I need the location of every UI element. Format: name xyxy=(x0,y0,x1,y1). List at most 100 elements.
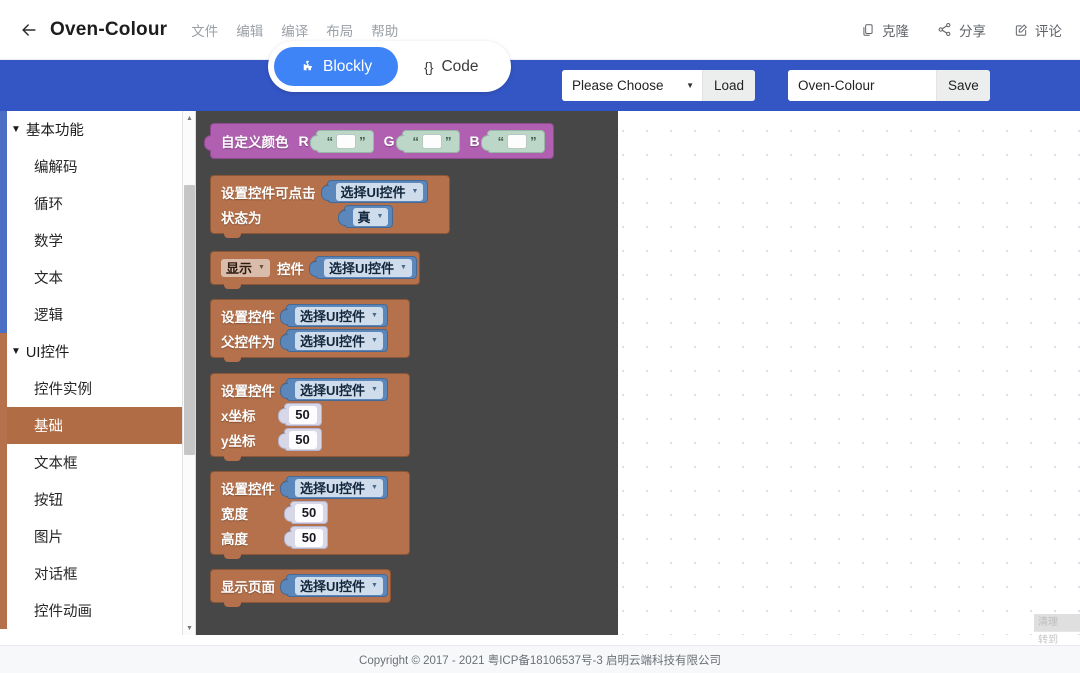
g-text-field[interactable] xyxy=(422,133,443,149)
scrollbar-thumb[interactable] xyxy=(184,185,195,455)
state-dropdown-value: 真 xyxy=(357,210,371,225)
width-number-field[interactable]: 50 xyxy=(295,503,323,522)
sidebar-item-image[interactable]: 图片 xyxy=(0,518,195,555)
block-set-position-line1: 设置控件 xyxy=(221,383,275,399)
show-mode-value: 显示 xyxy=(226,261,253,276)
sidebar-scrollbar[interactable]: ▲ ▼ xyxy=(182,111,195,635)
scroll-down-icon[interactable]: ▼ xyxy=(183,621,195,635)
parent-dropdown-block[interactable]: 选择UI控件 ▼ xyxy=(280,329,388,352)
chevron-down-icon: ▼ xyxy=(371,312,378,319)
block-height-label: 高度 xyxy=(221,531,248,547)
widget-dropdown-block[interactable]: 选择UI控件 ▼ xyxy=(280,476,388,499)
category-header-basic[interactable]: ▼ 基本功能 xyxy=(0,111,195,148)
context-menu-item-clean[interactable]: 清理 xyxy=(1034,614,1080,631)
b-text-field[interactable] xyxy=(507,133,528,149)
sidebar-item-loop[interactable]: 循环 xyxy=(0,185,195,222)
blockly-workspace[interactable]: 自定义颜色 R “ ” G “ ” B “ ” 设置控件可点击 选择UI控件 ▼… xyxy=(196,111,1080,646)
height-number-field[interactable]: 50 xyxy=(295,528,323,547)
block-flyout[interactable]: 自定义颜色 R “ ” G “ ” B “ ” 设置控件可点击 选择UI控件 ▼… xyxy=(196,111,618,635)
block-set-size[interactable]: 设置控件 选择UI控件 ▼ 宽度 50 高度 50 xyxy=(210,471,410,559)
category-header-ui[interactable]: ▼ UI控件 xyxy=(0,333,195,370)
widget-dropdown-field[interactable]: 选择UI控件 ▼ xyxy=(295,380,383,399)
widget-dropdown-field[interactable]: 选择UI控件 ▼ xyxy=(295,478,383,497)
project-name-input[interactable] xyxy=(788,70,936,101)
widget-dropdown-block[interactable]: 选择UI控件 ▼ xyxy=(320,180,429,203)
block-show-page-label: 显示页面 xyxy=(221,579,275,595)
category-header-basic-label: 基本功能 xyxy=(25,123,84,139)
menu-item-edit[interactable]: 编辑 xyxy=(236,20,263,40)
width-number-block[interactable]: 50 xyxy=(284,501,328,524)
sidebar-item-basic[interactable]: 基础 xyxy=(0,407,195,444)
sidebar-item-math[interactable]: 数学 xyxy=(0,222,195,259)
editor-body: ▼ 基本功能 编解码 循环 数学 文本 逻辑 ▼ UI控件 控件实例 基础 文本… xyxy=(0,111,1080,646)
widget-dropdown-block[interactable]: 选择UI控件 ▼ xyxy=(308,256,417,279)
block-width-label: 宽度 xyxy=(221,506,248,522)
r-string-block[interactable]: “ ” xyxy=(309,129,374,153)
workspace-context-menu[interactable]: 清理 转到 xyxy=(1034,614,1080,648)
widget-dropdown-field[interactable]: 选择UI控件 ▼ xyxy=(335,182,424,201)
category-sidebar: ▼ 基本功能 编解码 循环 数学 文本 逻辑 ▼ UI控件 控件实例 基础 文本… xyxy=(0,111,196,635)
braces-icon: {} xyxy=(424,58,434,75)
widget-dropdown-block[interactable]: 选择UI控件 ▼ xyxy=(280,378,388,401)
state-dropdown-block[interactable]: 真 ▼ xyxy=(337,205,394,228)
widget-dropdown-value: 选择UI控件 xyxy=(328,261,394,276)
widget-dropdown-field[interactable]: 选择UI控件 ▼ xyxy=(295,306,383,325)
block-show-widget[interactable]: 显示 ▼ 控件 选择UI控件 ▼ xyxy=(210,251,420,289)
save-button[interactable]: Save xyxy=(936,70,990,101)
block-set-parent[interactable]: 设置控件 选择UI控件 ▼ 父控件为 选择UI控件 ▼ xyxy=(210,299,410,362)
sidebar-item-logic[interactable]: 逻辑 xyxy=(0,296,195,333)
menu-item-help[interactable]: 帮助 xyxy=(371,20,398,40)
sidebar-item-animation[interactable]: 控件动画 xyxy=(0,592,195,629)
chevron-down-icon: ▼ xyxy=(371,484,378,491)
load-button[interactable]: Load xyxy=(702,70,756,101)
group-color-bar-ui xyxy=(0,333,7,629)
block-y-label: y坐标 xyxy=(221,433,256,449)
widget-dropdown-block[interactable]: 选择UI控件 ▼ xyxy=(280,304,388,327)
parent-dropdown-value: 选择UI控件 xyxy=(300,334,366,349)
save-project-group: Save xyxy=(788,70,990,101)
page-dropdown-field[interactable]: 选择UI控件 ▼ xyxy=(295,576,383,595)
share-button[interactable]: 分享 xyxy=(937,20,986,40)
sidebar-item-button[interactable]: 按钮 xyxy=(0,481,195,518)
g-string-block[interactable]: “ ” xyxy=(395,129,460,153)
block-custom-colour[interactable]: 自定义颜色 R “ ” G “ ” B “ ” xyxy=(204,123,554,159)
show-mode-dropdown[interactable]: 显示 ▼ xyxy=(221,258,270,277)
block-set-clickable[interactable]: 设置控件可点击 选择UI控件 ▼ 状态为 真 ▼ xyxy=(210,175,450,238)
back-arrow-icon[interactable] xyxy=(14,15,44,45)
tab-blockly[interactable]: Blockly xyxy=(274,47,399,86)
block-set-position[interactable]: 设置控件 选择UI控件 ▼ x坐标 50 y坐标 50 xyxy=(210,373,410,461)
chevron-down-icon: ▼ xyxy=(376,213,384,220)
block-show-page[interactable]: 显示页面 选择UI控件 ▼ xyxy=(210,569,391,607)
sidebar-item-codec[interactable]: 编解码 xyxy=(0,148,195,185)
menu-item-file[interactable]: 文件 xyxy=(191,20,218,40)
sidebar-item-widget-instance[interactable]: 控件实例 xyxy=(0,370,195,407)
block-show-widget-label: 控件 xyxy=(276,261,304,277)
r-text-field[interactable] xyxy=(336,133,357,149)
project-select[interactable]: Please Choose ▼ xyxy=(562,70,702,101)
scroll-up-icon[interactable]: ▲ xyxy=(183,111,195,125)
menu-item-compile[interactable]: 编译 xyxy=(281,20,308,40)
b-string-block[interactable]: “ ” xyxy=(480,129,545,153)
quote-open-icon: “ xyxy=(326,133,334,149)
tab-code[interactable]: {} Code xyxy=(398,47,504,86)
tab-blockly-label: Blockly xyxy=(323,57,373,75)
page-dropdown-block[interactable]: 选择UI控件 ▼ xyxy=(280,574,388,597)
sidebar-item-dialog[interactable]: 对话框 xyxy=(0,555,195,592)
width-value: 50 xyxy=(301,505,317,520)
triangle-down-icon: ▼ xyxy=(11,124,21,135)
y-number-block[interactable]: 50 xyxy=(277,428,322,451)
state-dropdown-field[interactable]: 真 ▼ xyxy=(352,207,389,226)
block-bottom-notch xyxy=(224,554,241,559)
sidebar-item-text[interactable]: 文本 xyxy=(0,259,195,296)
menu-item-layout[interactable]: 布局 xyxy=(326,20,353,40)
x-number-field[interactable]: 50 xyxy=(288,405,317,424)
parent-dropdown-field[interactable]: 选择UI控件 ▼ xyxy=(295,331,383,350)
sidebar-item-textbox[interactable]: 文本框 xyxy=(0,444,195,481)
widget-dropdown-field[interactable]: 选择UI控件 ▼ xyxy=(323,258,412,277)
comment-button[interactable]: 评论 xyxy=(1014,20,1062,40)
x-number-block[interactable]: 50 xyxy=(277,403,322,426)
height-number-block[interactable]: 50 xyxy=(284,526,328,549)
y-number-field[interactable]: 50 xyxy=(288,430,317,449)
chevron-down-icon: ▼ xyxy=(399,264,407,271)
clone-button[interactable]: 克隆 xyxy=(861,20,909,40)
